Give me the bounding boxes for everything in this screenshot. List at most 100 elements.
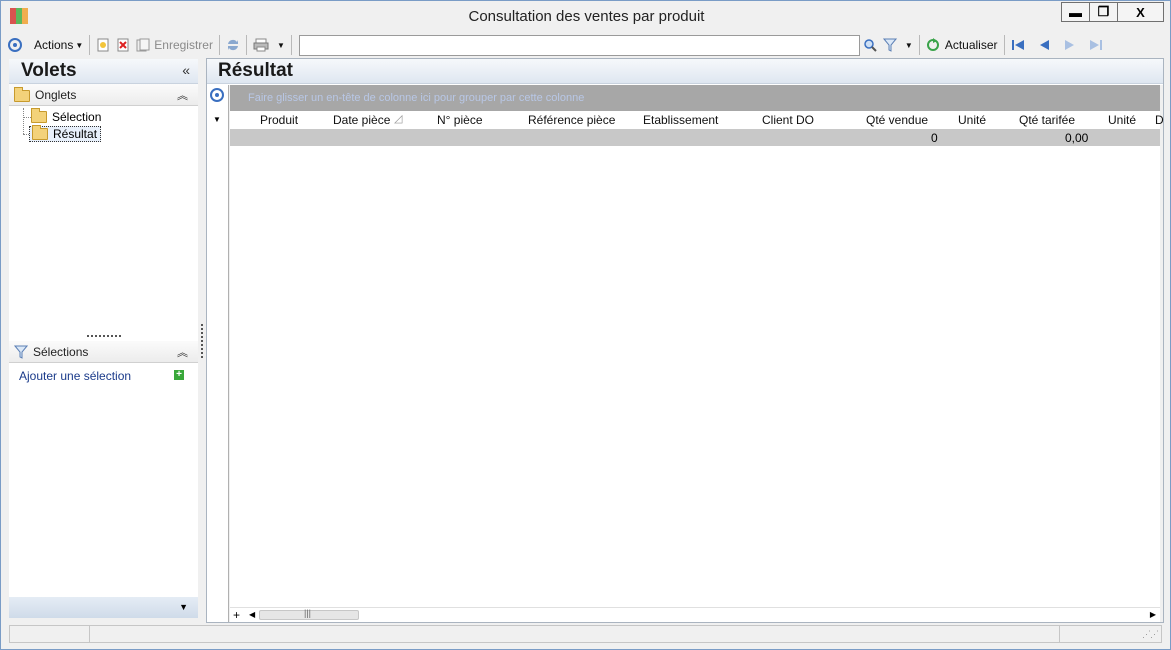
add-icon[interactable]: + <box>174 370 184 380</box>
actions-menu-button[interactable]: Actions ▼ <box>31 34 86 56</box>
window-title: Consultation des ventes par produit <box>468 8 705 25</box>
maximize-icon: ❐ <box>1097 4 1110 19</box>
open-folder-icon <box>32 125 48 140</box>
column-header-qte-tarifee[interactable]: Qté tarifée <box>1019 113 1075 127</box>
add-row-icon[interactable]: + <box>233 608 240 622</box>
column-header-produit[interactable]: Produit <box>260 113 298 127</box>
chevron-down-icon: ▼ <box>276 40 285 50</box>
previous-icon <box>1039 40 1049 50</box>
tree-item-resultat[interactable]: Résultat <box>29 125 102 142</box>
sync-button[interactable] <box>223 34 243 56</box>
sort-ascending-icon: ◿ <box>394 113 403 125</box>
save-label: Enregistrer <box>154 38 213 52</box>
print-button[interactable]: ▼ <box>250 34 288 56</box>
volets-title: Volets <box>21 60 77 81</box>
column-header-etablissement[interactable]: Etablissement <box>643 113 718 127</box>
vertical-splitter[interactable] <box>199 59 205 622</box>
delete-icon <box>117 38 129 52</box>
toolbar: Actions ▼ Enregistrer ▼ ▼ Actualiser <box>5 33 1168 57</box>
new-button[interactable] <box>93 34 113 56</box>
refresh-button[interactable]: Actualiser <box>923 34 1001 56</box>
selections-section-header[interactable]: Sélections ︽ <box>9 341 198 363</box>
add-selection-link[interactable]: Ajouter une sélection <box>19 369 131 383</box>
total-qte-tarifee: 0,00 <box>1065 131 1089 145</box>
search-button[interactable] <box>860 34 880 56</box>
next-record-button[interactable] <box>1060 34 1080 56</box>
totals-row: 0 0,00 <box>230 129 1160 146</box>
close-icon: X <box>1136 4 1145 20</box>
collapse-panel-icon[interactable]: « <box>182 62 190 78</box>
last-icon <box>1089 40 1102 50</box>
filter-icon <box>14 345 28 359</box>
filter-icon <box>882 38 897 52</box>
scrollbar-thumb[interactable] <box>259 608 359 620</box>
target-icon[interactable] <box>210 88 224 102</box>
toolbar-separator <box>918 35 920 55</box>
search-icon <box>864 39 877 52</box>
window-controls: ▬ ❐ X <box>1061 2 1164 22</box>
collapse-section-icon[interactable]: ︽ <box>177 87 188 103</box>
first-icon <box>1011 40 1024 50</box>
chevron-down-icon: ▼ <box>75 40 84 50</box>
maximize-button[interactable]: ❐ <box>1089 2 1118 22</box>
status-bar: ⋰⋰ <box>9 625 1162 643</box>
scroll-right-icon[interactable]: ▶ <box>1150 610 1156 619</box>
column-header-client-do[interactable]: Client DO <box>762 113 814 127</box>
column-header-unite-2[interactable]: Unité <box>1108 113 1136 127</box>
last-record-button[interactable] <box>1086 34 1106 56</box>
chevron-down-icon: ▼ <box>904 40 913 50</box>
group-by-hint: Faire glisser un en-tête de colonne ici … <box>248 92 585 104</box>
folder-icon <box>31 108 47 123</box>
delete-button[interactable] <box>113 34 133 56</box>
tabs-tree: Sélection Résultat <box>9 106 198 333</box>
scroll-left-icon[interactable]: ◀ <box>249 610 255 619</box>
selections-label: Sélections <box>33 344 89 359</box>
refresh-label: Actualiser <box>944 38 998 52</box>
column-header-date-piece[interactable]: Date pièce <box>333 113 390 127</box>
collapse-section-icon[interactable]: ︽ <box>177 344 188 360</box>
close-button[interactable]: X <box>1117 2 1164 22</box>
status-cell <box>9 625 90 643</box>
tree-item-selection[interactable]: Sélection <box>31 108 101 125</box>
tree-line <box>23 108 24 134</box>
target-button[interactable] <box>5 34 25 56</box>
column-header-d[interactable]: D <box>1155 113 1164 127</box>
result-title: Résultat <box>218 60 293 81</box>
first-record-button[interactable] <box>1008 34 1028 56</box>
save-button[interactable]: Enregistrer <box>133 34 216 56</box>
result-header: Résultat <box>207 59 1163 84</box>
main-window: Consultation des ventes par produit ▬ ❐ … <box>0 0 1171 650</box>
filter-button[interactable]: ▼ <box>880 34 916 56</box>
toolbar-separator <box>245 35 247 55</box>
horizontal-scrollbar[interactable]: + ◀ ▶ <box>230 607 1160 622</box>
column-header-numero-piece[interactable]: N° pièce <box>437 113 483 127</box>
toolbar-separator <box>218 35 220 55</box>
result-panel: Résultat ▼ Faire glisser un en-tête de c… <box>206 58 1164 623</box>
previous-record-button[interactable] <box>1034 34 1054 56</box>
refresh-icon <box>926 38 939 51</box>
volets-header: Volets « <box>9 59 198 84</box>
onglets-label: Onglets <box>35 87 77 102</box>
search-input[interactable] <box>298 34 860 56</box>
chevron-down-icon: ▼ <box>179 602 188 612</box>
column-header-reference-piece[interactable]: Référence pièce <box>528 113 615 127</box>
column-chooser-icon[interactable]: ▼ <box>213 115 221 124</box>
total-qte-vendue: 0 <box>931 131 938 145</box>
column-header-unite[interactable]: Unité <box>958 113 986 127</box>
group-by-bar[interactable]: Faire glisser un en-tête de colonne ici … <box>230 85 1160 111</box>
splitter-grip <box>201 324 203 358</box>
tree-line <box>23 117 31 118</box>
status-cell <box>89 625 1060 643</box>
grid-area: ▼ Faire glisser un en-tête de colonne ic… <box>207 85 1164 622</box>
resize-grip-icon[interactable]: ⋰⋰ <box>1142 629 1159 640</box>
horizontal-splitter[interactable] <box>9 333 198 341</box>
data-grid: Faire glisser un en-tête de colonne ici … <box>230 85 1164 622</box>
splitter-grip <box>87 335 121 337</box>
minimize-button[interactable]: ▬ <box>1061 2 1090 22</box>
actions-label: Actions <box>34 38 74 52</box>
left-panel-footer[interactable]: ▼ <box>9 597 198 618</box>
column-header-qte-vendue[interactable]: Qté vendue <box>866 113 928 127</box>
target-icon <box>8 38 22 52</box>
sync-icon <box>227 39 238 51</box>
onglets-section-header[interactable]: Onglets ︽ <box>9 84 198 106</box>
